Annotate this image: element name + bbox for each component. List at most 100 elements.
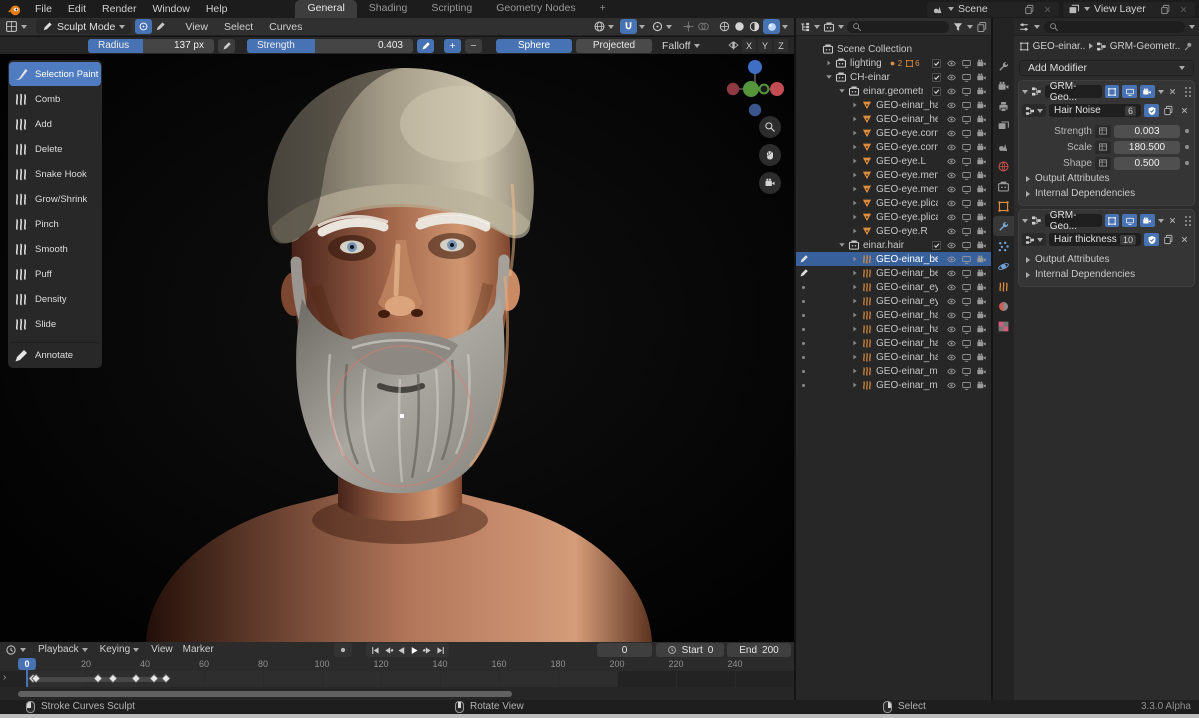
expand-arrow-icon[interactable] bbox=[850, 186, 859, 192]
tab-tool[interactable] bbox=[993, 56, 1014, 76]
outliner-row[interactable]: GEO-einar_must bbox=[796, 364, 991, 378]
section-output-attributes[interactable]: Output Attributes bbox=[1022, 252, 1191, 267]
hide-eye-icon[interactable] bbox=[946, 128, 957, 139]
new-collection-icon[interactable] bbox=[976, 21, 988, 33]
display-mode-icon[interactable] bbox=[823, 21, 835, 33]
outliner-row[interactable]: GEO-einar_bear bbox=[796, 266, 991, 280]
hide-eye-icon[interactable] bbox=[946, 352, 957, 363]
display-render-toggle[interactable] bbox=[1139, 85, 1155, 98]
viewport-visibility-icon[interactable] bbox=[961, 86, 972, 97]
outliner-row[interactable]: GEO-eye.menisc bbox=[796, 168, 991, 182]
workspace-tab[interactable]: Geometry Nodes bbox=[484, 0, 587, 18]
unlink-icon[interactable] bbox=[1178, 233, 1191, 246]
outliner-row[interactable]: einar.hair bbox=[796, 238, 991, 252]
outliner-row[interactable]: Scene Collection bbox=[796, 42, 991, 56]
radius-slider[interactable]: Radius 137 px bbox=[88, 38, 214, 53]
new-view-layer-icon[interactable] bbox=[1158, 2, 1172, 16]
filter-icon[interactable] bbox=[952, 21, 964, 33]
sphere-button[interactable]: Sphere bbox=[496, 38, 572, 53]
tool-button[interactable]: Puff bbox=[9, 262, 101, 286]
viewport-visibility-icon[interactable] bbox=[961, 114, 972, 125]
shading-rendered-icon[interactable] bbox=[763, 19, 780, 34]
outliner-row[interactable]: GEO-eye.plica_s bbox=[796, 196, 991, 210]
render-visibility-icon[interactable] bbox=[976, 310, 987, 321]
viewport-visibility-icon[interactable] bbox=[961, 58, 972, 69]
outliner-row[interactable]: CH-einar bbox=[796, 70, 991, 84]
mirror-axis-button[interactable]: Y bbox=[758, 39, 772, 52]
timeline-menu-item[interactable]: Playback bbox=[31, 642, 82, 658]
tab-object[interactable] bbox=[993, 196, 1014, 216]
tab-material[interactable] bbox=[993, 296, 1014, 316]
outliner-row[interactable]: einar.geometry bbox=[796, 84, 991, 98]
topbar-menu-item[interactable]: Help bbox=[198, 0, 236, 18]
render-visibility-icon[interactable] bbox=[976, 212, 987, 223]
mode-selector[interactable]: Sculpt Mode bbox=[36, 19, 132, 34]
new-scene-icon[interactable] bbox=[1022, 2, 1036, 16]
tab-render[interactable] bbox=[993, 76, 1014, 96]
fake-user-shield-icon[interactable] bbox=[1144, 233, 1159, 246]
outliner-row[interactable]: GEO-eye.cornea bbox=[796, 140, 991, 154]
render-visibility-icon[interactable] bbox=[976, 254, 987, 265]
field-value[interactable]: 0.500 bbox=[1114, 156, 1180, 170]
viewport-visibility-icon[interactable] bbox=[961, 100, 972, 111]
field-value[interactable]: 180.500 bbox=[1114, 140, 1180, 154]
hide-eye-icon[interactable] bbox=[946, 100, 957, 111]
play-reverse-button[interactable] bbox=[395, 644, 407, 656]
expand-arrow-icon[interactable] bbox=[824, 75, 833, 79]
strength-pressure-icon[interactable] bbox=[417, 38, 434, 53]
render-visibility-icon[interactable] bbox=[976, 380, 987, 391]
hide-eye-icon[interactable] bbox=[946, 212, 957, 223]
blender-logo-icon[interactable] bbox=[0, 3, 27, 16]
workspace-tab[interactable]: Shading bbox=[357, 0, 420, 18]
frame-start-field[interactable]: Start 0 bbox=[656, 643, 724, 657]
display-editmode-toggle[interactable] bbox=[1104, 85, 1120, 98]
expand-arrow-icon[interactable] bbox=[850, 298, 859, 304]
viewport-visibility-icon[interactable] bbox=[961, 338, 972, 349]
workspace-tab[interactable]: + bbox=[588, 0, 618, 18]
render-visibility-icon[interactable] bbox=[976, 72, 987, 83]
next-keyframe-button[interactable] bbox=[421, 644, 433, 656]
expand-arrow-icon[interactable] bbox=[850, 368, 859, 374]
topbar-menu-item[interactable]: Edit bbox=[60, 0, 94, 18]
node-group-browse-button[interactable] bbox=[1022, 104, 1046, 117]
tool-button[interactable]: Snake Hook bbox=[9, 162, 101, 186]
section-internal-dependencies[interactable]: Internal Dependencies bbox=[1022, 267, 1191, 282]
tool-button[interactable]: Comb bbox=[9, 87, 101, 111]
expand-arrow-icon[interactable] bbox=[850, 228, 859, 234]
timeline-menu-item[interactable]: Keying bbox=[93, 642, 134, 658]
tab-texture[interactable] bbox=[993, 316, 1014, 336]
viewport-visibility-icon[interactable] bbox=[961, 170, 972, 181]
scene-selector[interactable]: Scene bbox=[927, 1, 1059, 17]
projected-button[interactable]: Projected bbox=[576, 38, 652, 53]
hide-eye-icon[interactable] bbox=[946, 282, 957, 293]
hide-eye-icon[interactable] bbox=[946, 268, 957, 279]
mirror-axis-button[interactable]: Z bbox=[774, 39, 788, 52]
tab-physics[interactable] bbox=[993, 256, 1014, 276]
viewport-visibility-icon[interactable] bbox=[961, 296, 972, 307]
render-visibility-icon[interactable] bbox=[976, 198, 987, 209]
viewport-visibility-icon[interactable] bbox=[961, 142, 972, 153]
viewport-menu-item[interactable]: Select bbox=[216, 18, 261, 36]
collapse-chevron-icon[interactable] bbox=[1022, 89, 1028, 94]
viewport-visibility-icon[interactable] bbox=[961, 198, 972, 209]
subtract-mode-button[interactable]: − bbox=[465, 38, 482, 53]
hide-eye-icon[interactable] bbox=[946, 86, 957, 97]
show-overlays-icon[interactable] bbox=[697, 20, 710, 33]
timeline-menu-item[interactable]: Marker bbox=[176, 642, 217, 658]
section-output-attributes[interactable]: Output Attributes bbox=[1022, 171, 1191, 186]
radius-pressure-icon[interactable] bbox=[218, 38, 235, 53]
auto-keying-button[interactable] bbox=[334, 643, 352, 657]
hide-eye-icon[interactable] bbox=[946, 380, 957, 391]
topbar-menu-item[interactable]: Render bbox=[94, 0, 144, 18]
display-viewport-toggle[interactable] bbox=[1122, 214, 1137, 227]
tab-particles[interactable] bbox=[993, 236, 1014, 256]
close-icon[interactable] bbox=[1167, 214, 1180, 227]
tool-button[interactable]: Pinch bbox=[9, 212, 101, 236]
editor-type-button[interactable] bbox=[0, 18, 32, 36]
viewport-visibility-icon[interactable] bbox=[961, 282, 972, 293]
tab-world[interactable] bbox=[993, 156, 1014, 176]
hide-eye-icon[interactable] bbox=[946, 72, 957, 83]
copy-datablock-icon[interactable] bbox=[1162, 233, 1175, 246]
pin-icon[interactable] bbox=[1183, 41, 1194, 52]
exclude-checkbox[interactable] bbox=[931, 240, 942, 251]
